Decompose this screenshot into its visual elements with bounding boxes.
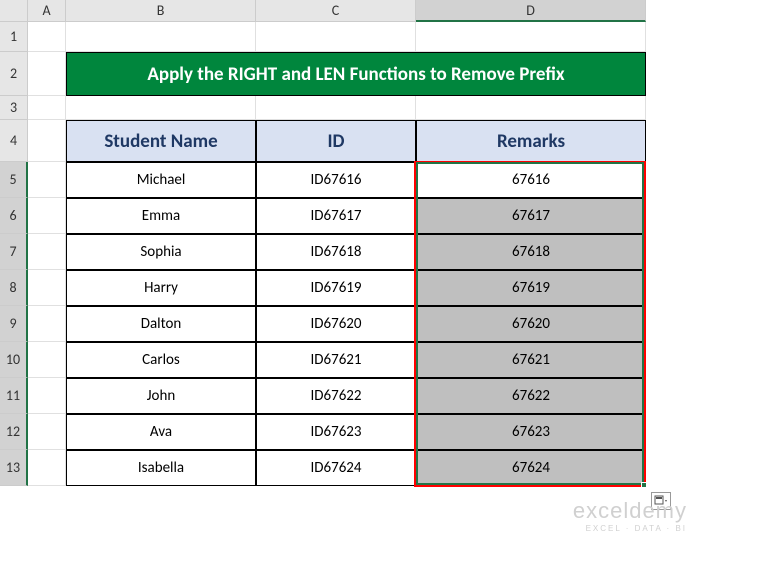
spreadsheet-container: A B C D 1 2 3 4 5 6 7 8 9 10 11 12 13 — [0, 0, 767, 573]
table-row: SophiaID6761867618 — [28, 234, 767, 270]
cell-id[interactable]: ID67623 — [256, 414, 416, 450]
table-row: JohnID6762267622 — [28, 378, 767, 414]
cell-A1[interactable] — [28, 22, 66, 52]
cell-remarks[interactable]: 67621 — [416, 342, 646, 378]
autofill-options-icon[interactable] — [651, 492, 671, 510]
cell-A11[interactable] — [28, 378, 66, 414]
row-header-6[interactable]: 6 — [0, 198, 28, 234]
cell-A2[interactable] — [28, 52, 66, 96]
table-row: AvaID6762367623 — [28, 414, 767, 450]
table-row: CarlosID6762167621 — [28, 342, 767, 378]
row-header-2[interactable]: 2 — [0, 52, 28, 96]
cell-A8[interactable] — [28, 270, 66, 306]
row-header-13[interactable]: 13 — [0, 450, 28, 486]
cell-D1[interactable] — [416, 22, 646, 52]
cell-remarks[interactable]: 67620 — [416, 306, 646, 342]
row-header-1[interactable]: 1 — [0, 22, 28, 52]
row-header-9[interactable]: 9 — [0, 306, 28, 342]
cell-A4[interactable] — [28, 120, 66, 162]
col-header-A[interactable]: A — [28, 0, 66, 22]
table-row: HarryID6761967619 — [28, 270, 767, 306]
cell-D3[interactable] — [416, 96, 646, 120]
cell-student-name[interactable]: Ava — [66, 414, 256, 450]
cell-A10[interactable] — [28, 342, 66, 378]
row-header-10[interactable]: 10 — [0, 342, 28, 378]
cell-A5[interactable] — [28, 162, 66, 198]
col-header-D[interactable]: D — [416, 0, 646, 22]
cell-remarks[interactable]: 67617 — [416, 198, 646, 234]
cell-id[interactable]: ID67624 — [256, 450, 416, 486]
col-header-B[interactable]: B — [66, 0, 256, 22]
cell-remarks[interactable]: 67624 — [416, 450, 646, 486]
cell-id[interactable]: ID67619 — [256, 270, 416, 306]
row-header-4[interactable]: 4 — [0, 120, 28, 162]
cell-C1[interactable] — [256, 22, 416, 52]
title-banner[interactable]: Apply the RIGHT and LEN Functions to Rem… — [66, 52, 646, 96]
fill-handle[interactable] — [641, 482, 647, 488]
header-student-name[interactable]: Student Name — [66, 120, 256, 162]
row-header-3[interactable]: 3 — [0, 96, 28, 120]
row-header-7[interactable]: 7 — [0, 234, 28, 270]
row-headers: 1 2 3 4 5 6 7 8 9 10 11 12 13 — [0, 22, 28, 573]
cell-A13[interactable] — [28, 450, 66, 486]
cell-student-name[interactable]: Harry — [66, 270, 256, 306]
table-row: DaltonID6762067620 — [28, 306, 767, 342]
cell-A6[interactable] — [28, 198, 66, 234]
cell-remarks[interactable]: 67616 — [416, 162, 646, 198]
column-headers: A B C D — [28, 0, 646, 22]
cell-id[interactable]: ID67621 — [256, 342, 416, 378]
cell-remarks[interactable]: 67623 — [416, 414, 646, 450]
table-row: MichaelID6761667616 — [28, 162, 767, 198]
select-all-corner[interactable] — [0, 0, 28, 22]
grid-body: Apply the RIGHT and LEN Functions to Rem… — [28, 22, 767, 573]
cell-id[interactable]: ID67622 — [256, 378, 416, 414]
table-row: IsabellaID6762467624 — [28, 450, 767, 486]
cell-B3[interactable] — [66, 96, 256, 120]
cell-student-name[interactable]: John — [66, 378, 256, 414]
cell-A9[interactable] — [28, 306, 66, 342]
header-id[interactable]: ID — [256, 120, 416, 162]
cell-B1[interactable] — [66, 22, 256, 52]
table-row: EmmaID6761767617 — [28, 198, 767, 234]
header-remarks[interactable]: Remarks — [416, 120, 646, 162]
watermark-sub: EXCEL · DATA · BI — [573, 524, 687, 533]
cell-student-name[interactable]: Dalton — [66, 306, 256, 342]
cell-remarks[interactable]: 67622 — [416, 378, 646, 414]
cell-student-name[interactable]: Sophia — [66, 234, 256, 270]
cell-id[interactable]: ID67620 — [256, 306, 416, 342]
cell-remarks[interactable]: 67618 — [416, 234, 646, 270]
cell-student-name[interactable]: Isabella — [66, 450, 256, 486]
cell-A12[interactable] — [28, 414, 66, 450]
cell-id[interactable]: ID67616 — [256, 162, 416, 198]
cell-student-name[interactable]: Michael — [66, 162, 256, 198]
cell-C3[interactable] — [256, 96, 416, 120]
cell-A7[interactable] — [28, 234, 66, 270]
cell-A3[interactable] — [28, 96, 66, 120]
row-header-11[interactable]: 11 — [0, 378, 28, 414]
cell-remarks[interactable]: 67619 — [416, 270, 646, 306]
row-header-12[interactable]: 12 — [0, 414, 28, 450]
col-header-C[interactable]: C — [256, 0, 416, 22]
cell-student-name[interactable]: Emma — [66, 198, 256, 234]
cell-id[interactable]: ID67618 — [256, 234, 416, 270]
row-header-8[interactable]: 8 — [0, 270, 28, 306]
cell-student-name[interactable]: Carlos — [66, 342, 256, 378]
cell-id[interactable]: ID67617 — [256, 198, 416, 234]
row-header-5[interactable]: 5 — [0, 162, 28, 198]
